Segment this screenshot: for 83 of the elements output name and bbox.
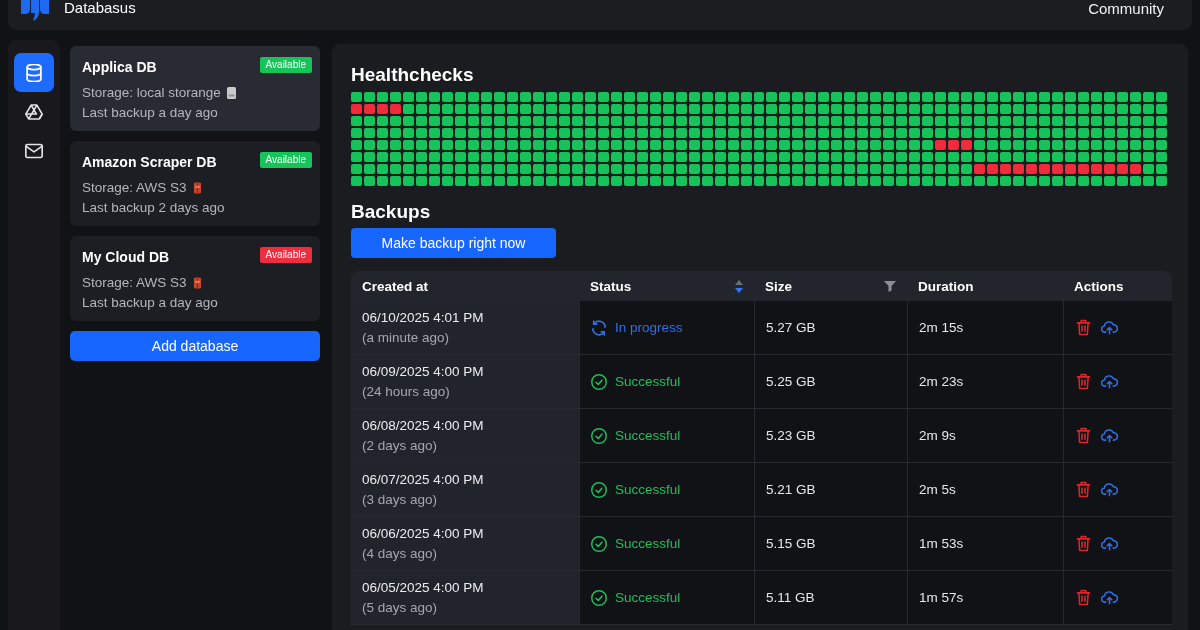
last-backup-label: Last backup a day ago [82,104,218,122]
cloud-upload-icon[interactable] [1101,481,1118,498]
created-date: 06/09/2025 4:00 PM [362,362,484,381]
cloud-upload-icon[interactable] [1101,589,1118,606]
cloud-upload-icon[interactable] [1101,319,1118,336]
sort-icon[interactable] [735,279,743,293]
status-label: Successful [615,428,681,443]
relative-time: (a minute ago) [362,328,450,347]
duration-value: 2m 9s [919,428,956,443]
section-title: Healthchecks [351,64,475,86]
database-card[interactable]: Applica DB Available Storage: local storange Last backup a day ago [70,46,320,131]
bucket-icon [192,182,202,194]
database-card[interactable]: Amazon Scraper DB Available Storage: AWS S3 Last backup 2 days ago [70,141,320,226]
column-header: Status [590,278,632,294]
size-value: 5.27 GB [766,320,816,335]
column-header: Created at [362,278,429,294]
availability-badge: Available [259,57,312,73]
size-value: 5.15 GB [766,536,816,551]
storage-label: Storage: AWS S3 [82,274,187,292]
mail-icon [25,141,43,160]
database-card[interactable]: My Cloud DB Available Storage: AWS S3 Last backup a day ago [70,236,320,321]
trash-icon[interactable] [1075,373,1092,390]
relative-time: (24 hours ago) [362,382,450,401]
column-header: Duration [918,278,974,294]
column-header: Actions [1074,278,1124,294]
created-date: 06/10/2025 4:01 PM [362,308,484,327]
nav-button[interactable] [14,53,54,92]
sync-icon [591,319,607,336]
check-circle-icon [591,535,607,552]
status-label: Successful [615,374,681,389]
header-link[interactable]: Community [1088,0,1164,17]
duration-value: 2m 23s [919,374,964,389]
storage-label: Storage: AWS S3 [82,179,187,197]
created-date: 06/08/2025 4:00 PM [362,416,484,435]
database-name: My Cloud DB [82,248,170,265]
storage-label: Storage: local storange [82,84,221,102]
status-label: Successful [615,590,681,605]
trash-icon[interactable] [1075,535,1092,552]
created-date: 06/05/2025 4:00 PM [362,578,484,597]
duration-value: 2m 5s [919,482,956,497]
elephant-logo [20,0,50,21]
check-circle-icon [591,427,607,444]
trash-icon[interactable] [1075,319,1092,336]
make-backup-button[interactable]: Make backup right now [351,228,556,258]
trash-icon[interactable] [1075,589,1092,606]
add-database-button[interactable]: Add database [70,331,320,361]
cloud-upload-icon[interactable] [1101,427,1118,444]
trash-icon[interactable] [1075,427,1092,444]
status-label: Successful [615,536,681,551]
size-value: 5.23 GB [766,428,816,443]
availability-badge: Available [259,152,312,168]
relative-time: (4 days ago) [362,544,438,563]
cloud-upload-icon[interactable] [1101,373,1118,390]
check-circle-icon [591,481,607,498]
created-date: 06/06/2025 4:00 PM [362,524,484,543]
filter-icon[interactable] [884,280,896,292]
trash-icon[interactable] [1075,481,1092,498]
check-circle-icon [591,373,607,390]
check-circle-icon [591,589,607,606]
bucket-icon [192,277,202,289]
relative-time: (2 days ago) [362,436,438,455]
section-title: Backups [351,201,432,223]
relative-time: (3 days ago) [362,490,438,509]
app-name: Databasus [64,0,136,16]
cloud-upload-icon[interactable] [1101,535,1118,552]
duration-value: 1m 53s [919,536,964,551]
duration-value: 2m 15s [919,320,964,335]
size-value: 5.21 GB [766,482,816,497]
database-icon [25,63,43,82]
relative-time: (5 days ago) [362,598,438,617]
triangle-icon [25,102,43,121]
duration-value: 1m 57s [919,590,964,605]
database-name: Applica DB [82,58,157,75]
status-label: In progress [615,320,683,335]
last-backup-label: Last backup 2 days ago [82,199,225,217]
database-name: Amazon Scraper DB [82,153,217,170]
column-header: Size [765,278,792,294]
availability-badge: Available [259,247,312,263]
last-backup-label: Last backup a day ago [82,294,218,312]
status-label: Successful [615,482,681,497]
created-date: 06/07/2025 4:00 PM [362,470,484,489]
size-value: 5.25 GB [766,374,816,389]
size-value: 5.11 GB [766,590,815,605]
